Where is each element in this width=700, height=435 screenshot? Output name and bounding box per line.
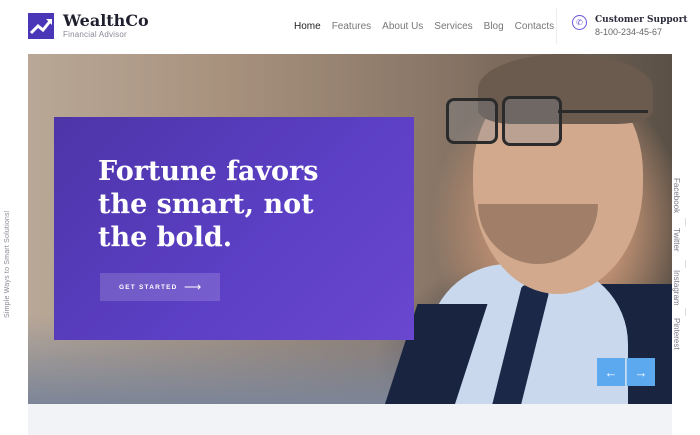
brand-name: WealthCo	[63, 11, 149, 30]
customer-support[interactable]: ✆ Customer Support 8-100-234-45-67	[572, 15, 688, 38]
social-instagram[interactable]: Instagram	[672, 270, 681, 306]
get-started-button[interactable]: GET STARTED ⟶	[100, 273, 220, 301]
social-divider	[685, 308, 686, 316]
arrow-right-icon: ⟶	[184, 280, 202, 294]
social-divider	[685, 260, 686, 268]
social-twitter[interactable]: Twitter	[672, 228, 681, 252]
get-started-label: GET STARTED	[119, 283, 178, 291]
nav-home[interactable]: Home	[294, 21, 321, 33]
support-phone[interactable]: 8-100-234-45-67	[595, 27, 688, 38]
social-divider	[685, 218, 686, 226]
nav-contacts[interactable]: Contacts	[515, 21, 554, 33]
nav-about-us[interactable]: About Us	[382, 21, 423, 33]
main-nav: Home Features About Us Services Blog Con…	[294, 21, 565, 33]
hero-headline: Fortune favors the smart, not the bold.	[98, 156, 319, 253]
brand-tagline: Financial Advisor	[63, 30, 127, 39]
support-label: Customer Support	[595, 15, 688, 25]
next-section-strip	[28, 404, 672, 435]
slider-next-button[interactable]: →	[626, 358, 655, 386]
phone-icon: ✆	[572, 15, 587, 30]
nav-blog[interactable]: Blog	[484, 21, 504, 33]
social-facebook[interactable]: Facebook	[672, 178, 681, 213]
nav-services[interactable]: Services	[434, 21, 472, 33]
slider-prev-button[interactable]: ←	[597, 358, 625, 386]
arrow-right-icon: →	[634, 364, 648, 380]
nav-features[interactable]: Features	[332, 21, 371, 33]
logo-chart-icon	[28, 13, 54, 39]
header-divider	[556, 8, 557, 44]
arrow-left-icon: ←	[604, 364, 618, 380]
social-pinterest[interactable]: Pinterest	[672, 318, 681, 350]
hero-card: Fortune favors the smart, not the bold. …	[54, 117, 414, 340]
side-slogan: Simple Ways to Smart Solutions!	[4, 210, 11, 318]
site-header: WealthCo Financial Advisor Home Features…	[0, 0, 700, 54]
logo[interactable]: WealthCo Financial Advisor	[28, 12, 149, 40]
